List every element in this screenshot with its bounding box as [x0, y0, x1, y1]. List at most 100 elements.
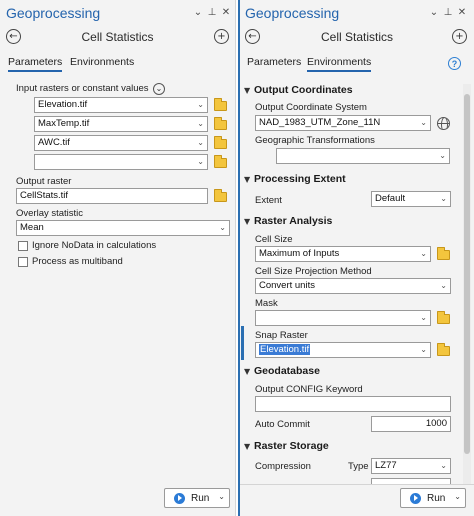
chevron-down-icon: ▼ [244, 175, 251, 184]
browse-folder-icon[interactable] [214, 155, 227, 168]
chevron-down-icon[interactable]: ⌄ [153, 83, 165, 95]
dropdown-arrow-icon[interactable]: ⌄ [420, 247, 427, 261]
auto-commit-input[interactable]: 1000 [371, 416, 451, 432]
dropdown-arrow-icon[interactable]: ⌄ [440, 192, 447, 206]
input-raster-field[interactable]: Elevation.tif ⌄ [34, 97, 208, 113]
snap-raster-value: Elevation.tif [259, 344, 311, 355]
run-label: Run [427, 492, 446, 504]
output-raster-value: CellStats.tif [20, 190, 69, 201]
section-title: Output Coordinates [254, 84, 353, 96]
browse-folder-icon[interactable] [437, 311, 450, 324]
output-coordinate-system-select[interactable]: NAD_1983_UTM_Zone_11N ⌄ [255, 115, 431, 131]
run-button[interactable]: Run ⌄ [164, 488, 230, 508]
tool-title: Cell Statistics [320, 30, 394, 44]
add-icon[interactable]: + [452, 29, 467, 44]
pane-titlebar: Geoprocessing ⌄ ⊥ ✕ [240, 0, 474, 24]
tab-environments[interactable]: Environments [307, 56, 372, 72]
input-raster-value: MaxTemp.tif [38, 118, 90, 129]
tab-environments[interactable]: Environments [70, 56, 134, 70]
browse-folder-icon[interactable] [214, 98, 227, 111]
cell-size-projection-select[interactable]: Convert units ⌄ [255, 278, 451, 294]
section-title: Raster Storage [254, 440, 329, 452]
extent-value: Default [375, 193, 406, 204]
cell-size-select[interactable]: Maximum of Inputs ⌄ [255, 246, 431, 262]
chevron-down-icon: ▼ [244, 442, 251, 451]
chevron-down-icon: ▼ [244, 86, 251, 95]
dropdown-arrow-icon[interactable]: ⌄ [439, 149, 446, 163]
run-play-icon [174, 492, 185, 504]
dropdown-arrow-icon[interactable]: ⌄ [440, 459, 447, 473]
tab-parameters[interactable]: Parameters [247, 56, 301, 70]
dropdown-arrow-icon[interactable]: ⌄ [420, 343, 427, 357]
browse-folder-icon[interactable] [437, 247, 450, 260]
input-raster-field[interactable]: AWC.tif ⌄ [34, 135, 208, 151]
input-raster-field[interactable]: ⌄ [34, 154, 208, 170]
config-keyword-input[interactable] [255, 396, 451, 412]
overlay-statistic-label: Overlay statistic [16, 208, 84, 219]
section-raster-storage[interactable]: ▼ Raster Storage [244, 440, 329, 452]
config-keyword-label: Output CONFIG Keyword [255, 384, 363, 395]
add-icon[interactable]: + [214, 29, 229, 44]
pin-icon[interactable]: ⊥ [206, 6, 218, 18]
dropdown-arrow-icon[interactable]: ⌄ [197, 98, 204, 112]
extent-select[interactable]: Default ⌄ [371, 191, 451, 207]
browse-folder-icon[interactable] [437, 343, 450, 356]
overlay-statistic-select[interactable]: Mean ⌄ [16, 220, 230, 236]
dropdown-arrow-icon[interactable]: ⌄ [197, 155, 204, 169]
browse-folder-icon[interactable] [214, 136, 227, 149]
run-options-chevron-icon[interactable]: ⌄ [454, 492, 461, 501]
dropdown-arrow-icon[interactable]: ⌄ [420, 116, 427, 130]
output-coordinate-system-value: NAD_1983_UTM_Zone_11N [259, 117, 381, 128]
section-raster-analysis[interactable]: ▼ Raster Analysis [244, 215, 332, 227]
browse-folder-icon[interactable] [214, 189, 227, 202]
input-raster-value: AWC.tif [38, 137, 70, 148]
globe-icon[interactable] [437, 117, 450, 130]
input-rasters-label: Input rasters or constant values [16, 83, 149, 94]
run-label: Run [191, 492, 210, 504]
section-processing-extent[interactable]: ▼ Processing Extent [244, 173, 346, 185]
pin-icon[interactable]: ⊥ [442, 6, 454, 18]
run-options-chevron-icon[interactable]: ⌄ [218, 492, 225, 501]
scrollbar-thumb[interactable] [464, 94, 470, 454]
chevron-down-icon: ▼ [244, 217, 251, 226]
dropdown-arrow-icon[interactable]: ⌄ [219, 221, 226, 235]
close-icon[interactable]: ✕ [456, 6, 468, 18]
section-title: Processing Extent [254, 173, 346, 185]
tab-strip: Parameters Environments [0, 54, 235, 72]
browse-folder-icon[interactable] [214, 117, 227, 130]
pane-title: Geoprocessing [6, 5, 101, 21]
pane-title: Geoprocessing [245, 5, 340, 21]
input-raster-field[interactable]: MaxTemp.tif ⌄ [34, 116, 208, 132]
output-raster-label: Output raster [16, 176, 72, 187]
output-coordinate-system-label: Output Coordinate System [255, 102, 367, 113]
options-dropdown-icon[interactable]: ⌄ [428, 6, 440, 18]
section-geodatabase[interactable]: ▼ Geodatabase [244, 365, 320, 377]
auto-commit-value: 1000 [425, 418, 447, 429]
help-icon[interactable]: ? [448, 57, 461, 70]
dropdown-arrow-icon[interactable]: ⌄ [440, 279, 447, 293]
section-output-coordinates[interactable]: ▼ Output Coordinates [244, 84, 353, 96]
snap-raster-select[interactable]: Elevation.tif ⌄ [255, 342, 431, 358]
dropdown-arrow-icon[interactable]: ⌄ [197, 117, 204, 131]
output-raster-field[interactable]: CellStats.tif [16, 188, 208, 204]
close-icon[interactable]: ✕ [220, 6, 232, 18]
dropdown-arrow-icon[interactable]: ⌄ [420, 311, 427, 325]
tab-parameters[interactable]: Parameters [8, 56, 63, 72]
cell-size-projection-label: Cell Size Projection Method [255, 266, 372, 277]
cell-size-projection-value: Convert units [259, 280, 315, 291]
dropdown-arrow-icon[interactable]: ⌄ [197, 136, 204, 150]
geographic-transformations-select[interactable]: ⌄ [276, 148, 450, 164]
vertical-scrollbar[interactable] [463, 84, 471, 484]
cell-size-value: Maximum of Inputs [259, 248, 340, 259]
process-multiband-checkbox[interactable] [18, 257, 28, 267]
modified-indicator-bar [241, 326, 244, 360]
mask-select[interactable]: ⌄ [255, 310, 431, 326]
ignore-nodata-checkbox[interactable] [18, 241, 28, 251]
compression-label: Compression [255, 461, 311, 472]
mask-label: Mask [255, 298, 278, 309]
run-button[interactable]: Run ⌄ [400, 488, 466, 508]
geographic-transformations-label: Geographic Transformations [255, 135, 375, 146]
compression-type-select[interactable]: LZ77 ⌄ [371, 458, 451, 474]
geoprocessing-pane-left: Geoprocessing ⌄ ⊥ ✕ ← Cell Statistics + … [0, 0, 236, 516]
options-dropdown-icon[interactable]: ⌄ [192, 6, 204, 18]
